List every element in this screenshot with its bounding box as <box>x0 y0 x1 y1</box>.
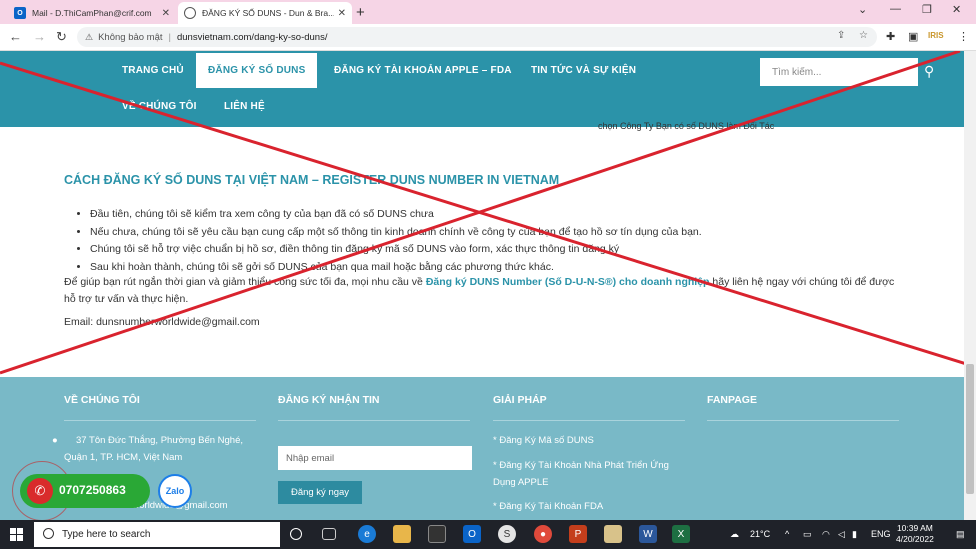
steps-list: Đầu tiên, chúng tôi sẽ kiểm tra xem công… <box>76 206 702 276</box>
skype-icon[interactable]: S <box>498 525 516 543</box>
divider <box>278 420 470 421</box>
battery-icon[interactable]: ▮ <box>852 529 857 540</box>
footer-fanpage-title: FANPAGE <box>707 394 757 406</box>
file-explorer-icon[interactable] <box>393 525 411 543</box>
subscribe-button[interactable]: Đăng ký ngay <box>278 481 362 504</box>
menu-icon[interactable]: ⋮ <box>958 30 969 43</box>
nav-home[interactable]: TRANG CHỦ <box>122 65 184 76</box>
address-bar: ← → ↻ ⚠ Không bảo mật | dunsvietnam.com/… <box>0 24 976 51</box>
edge-icon[interactable]: e <box>358 525 376 543</box>
list-item: Chúng tôi sẽ hỗ trợ việc chuẩn bị hồ sơ,… <box>90 241 702 259</box>
language-indicator[interactable]: ENG <box>871 529 891 539</box>
tab-title: ĐĂNG KÝ SỐ DUNS - Dun & Bra... <box>202 8 334 18</box>
section-heading: CÁCH ĐĂNG KÝ SỐ DUNS TẠI VIỆT NAM – REGI… <box>64 173 560 187</box>
newsletter-email-input[interactable]: Nhập email <box>278 446 472 470</box>
tab-strip: O Mail - D.ThiCamPhan@crif.com ✕ ĐĂNG KÝ… <box>0 0 976 24</box>
site-header: TRANG CHỦ ĐĂNG KÝ SỐ DUNS ĐĂNG KÝ TÀI KH… <box>0 51 976 127</box>
address-text: 37 Tôn Đức Thắng, Phường Bến Nghé, Quận … <box>64 435 244 463</box>
date: 4/20/2022 <box>896 534 934 544</box>
outlook-icon: O <box>14 7 26 19</box>
puzzle-icon[interactable]: ✚ <box>886 30 895 43</box>
nav-news[interactable]: TIN TỨC VÀ SỰ KIỆN <box>531 65 636 76</box>
footer-about-title: VỀ CHÚNG TÔI <box>64 394 140 406</box>
warning-icon: ⚠ <box>85 31 94 42</box>
separator: | <box>168 31 171 43</box>
search-input[interactable]: Tìm kiếm... <box>760 58 918 86</box>
excel-icon[interactable]: X <box>672 525 690 543</box>
reload-button[interactable]: ↻ <box>56 29 67 45</box>
nav-apple-fda[interactable]: ĐĂNG KÝ TÀI KHOẢN APPLE – FDA <box>334 65 512 76</box>
search-icon <box>43 528 54 539</box>
list-item: Đầu tiên, chúng tôi sẽ kiểm tra xem công… <box>90 206 702 224</box>
time: 10:39 AM <box>896 523 933 533</box>
new-tab-button[interactable]: + <box>356 4 365 21</box>
taskbar-search-placeholder: Type here to search <box>62 529 151 540</box>
nav-contact[interactable]: LIÊN HỆ <box>224 101 265 112</box>
solution-link-fda[interactable]: * Đăng Ký Tài Khoản FDA <box>493 498 603 515</box>
close-icon[interactable]: ✕ <box>338 8 346 19</box>
volume-icon[interactable]: ◁ <box>838 529 845 540</box>
chrome-icon[interactable]: ● <box>534 525 552 543</box>
divider <box>707 420 899 421</box>
list-item: Nếu chưa, chúng tôi sẽ yêu cầu bạn cung … <box>90 224 702 242</box>
tab-duns[interactable]: ĐĂNG KÝ SỐ DUNS - Dun & Bra... ✕ <box>178 2 352 24</box>
scrollbar-thumb[interactable] <box>966 364 974 494</box>
location-icon: ● <box>52 435 58 446</box>
globe-icon <box>184 7 196 19</box>
taskbar: Type here to search e O S ● P W X ☁ 21°C… <box>0 520 976 549</box>
tab-mail[interactable]: O Mail - D.ThiCamPhan@crif.com ✕ <box>8 2 176 24</box>
back-button[interactable]: ← <box>9 29 22 44</box>
close-window-button[interactable]: ✕ <box>952 3 961 16</box>
notification-icon[interactable]: ▤ <box>956 529 965 540</box>
email-line: Email: dunsnumberworldwide@gmail.com <box>64 316 260 328</box>
solution-link-apple[interactable]: * Đăng Ký Tài Khoản Nhà Phát Triển Ứng D… <box>493 457 693 491</box>
solution-link-duns[interactable]: * Đăng Ký Mã số DUNS <box>493 432 594 449</box>
notes-icon[interactable] <box>604 525 622 543</box>
nav-about[interactable]: VỀ CHÚNG TÔI <box>122 101 197 112</box>
url-field[interactable]: ⚠ Không bảo mật | dunsvietnam.com/dang-k… <box>77 27 877 47</box>
close-icon[interactable]: ✕ <box>162 8 170 19</box>
clock[interactable]: 10:39 AM 4/20/2022 <box>896 523 934 545</box>
task-view-icon[interactable] <box>290 528 302 540</box>
weather-icon[interactable]: ☁ <box>730 529 739 540</box>
word-icon[interactable]: W <box>639 525 657 543</box>
chevron-down-icon[interactable]: ⌄ <box>858 3 867 16</box>
security-label: Không bảo mật <box>98 31 163 43</box>
forward-button[interactable]: → <box>33 29 46 44</box>
network-icon[interactable]: ▭ <box>803 529 812 540</box>
footer-newsletter-title: ĐĂNG KÝ NHẬN TIN <box>278 394 380 406</box>
para-text: Để giúp bạn rút ngắn thời gian và giảm t… <box>64 276 426 288</box>
tab-title: Mail - D.ThiCamPhan@crif.com <box>32 8 152 18</box>
duns-registration-link[interactable]: Đăng ký DUNS Number (Số D-U-N-S®) cho do… <box>426 276 710 288</box>
divider <box>64 420 256 421</box>
footer-address: ● 37 Tôn Đức Thắng, Phường Bến Nghé, Quậ… <box>52 432 260 466</box>
sidebar-icon[interactable]: ▣ <box>908 30 918 43</box>
share-icon[interactable]: ⇪ <box>837 30 845 41</box>
iris-extension[interactable]: IRIS <box>928 31 944 40</box>
star-icon[interactable]: ☆ <box>859 30 868 41</box>
phone-icon[interactable]: ✆ <box>27 478 53 504</box>
temperature[interactable]: 21°C <box>750 529 770 539</box>
search-icon[interactable]: ⚲ <box>924 63 934 80</box>
outlook-icon[interactable]: O <box>463 525 481 543</box>
chevron-up-icon[interactable]: ^ <box>785 529 789 539</box>
restore-button[interactable]: ❐ <box>922 3 932 16</box>
taskbar-search-input[interactable]: Type here to search <box>34 522 280 547</box>
zalo-button[interactable]: Zalo <box>158 474 192 508</box>
divider <box>493 420 685 421</box>
footer-solutions-title: GIẢI PHÁP <box>493 394 547 406</box>
minimize-button[interactable]: — <box>890 3 901 15</box>
overflow-text: chọn Công Ty Bạn có số DUNS làm Đối Tác <box>598 121 775 131</box>
contact-paragraph: Để giúp bạn rút ngắn thời gian và giảm t… <box>64 274 904 308</box>
phone-number[interactable]: 0707250863 <box>59 483 126 497</box>
windows-start-icon[interactable] <box>10 528 23 541</box>
nav-duns[interactable]: ĐĂNG KÝ SỐ DUNS <box>196 53 318 88</box>
store-icon[interactable] <box>428 525 446 543</box>
wifi-icon[interactable]: ◠ <box>822 529 830 540</box>
widgets-icon[interactable] <box>322 528 336 540</box>
powerpoint-icon[interactable]: P <box>569 525 587 543</box>
url-text: dunsvietnam.com/dang-ky-so-duns/ <box>176 31 328 43</box>
